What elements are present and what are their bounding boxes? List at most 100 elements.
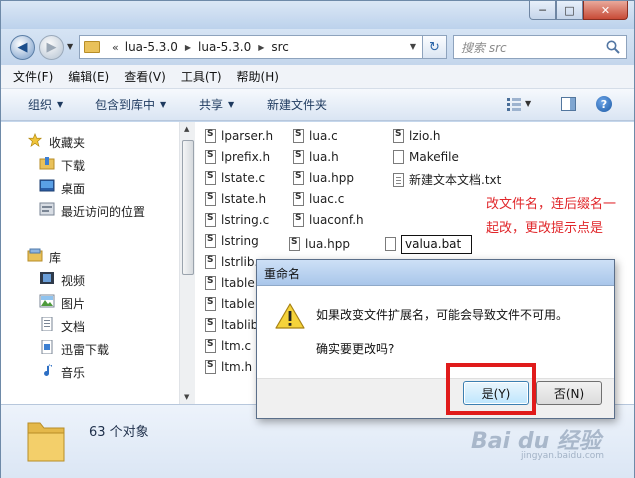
c-file-icon bbox=[205, 360, 216, 374]
folder-icon bbox=[84, 41, 100, 53]
recent-places-icon bbox=[39, 202, 55, 216]
file-item[interactable]: luaconf.h bbox=[293, 213, 364, 227]
new-folder-button[interactable]: 新建文件夹 bbox=[267, 96, 327, 113]
nav-libraries[interactable]: 库 bbox=[49, 249, 61, 266]
breadcrumb-item[interactable]: src bbox=[271, 40, 289, 54]
file-name: ltable. bbox=[221, 276, 259, 290]
nav-favorites[interactable]: 收藏夹 bbox=[49, 134, 85, 151]
nav-scrollbar[interactable]: ▲ ▼ bbox=[179, 122, 195, 404]
nav-item-music[interactable]: 音乐 bbox=[61, 364, 85, 381]
menu-edit[interactable]: 编辑(E) bbox=[68, 68, 109, 85]
new-folder-label: 新建文件夹 bbox=[267, 98, 328, 112]
nav-item-videos[interactable]: 视频 bbox=[61, 272, 85, 289]
c-file-icon bbox=[293, 129, 304, 143]
file-item[interactable]: lstrlib. bbox=[205, 255, 258, 269]
c-file-icon bbox=[289, 237, 300, 251]
file-name: luac.c bbox=[309, 192, 345, 206]
no-button[interactable]: 否(N) bbox=[536, 381, 602, 405]
maximize-button[interactable]: □ bbox=[556, 1, 583, 20]
scroll-up-icon[interactable]: ▲ bbox=[184, 125, 189, 133]
nav-item-pictures[interactable]: 图片 bbox=[61, 295, 85, 312]
title-bar[interactable]: ─ □ ✕ bbox=[1, 1, 634, 29]
c-file-icon bbox=[293, 192, 304, 206]
pictures-icon bbox=[39, 294, 55, 308]
folder-icon bbox=[27, 422, 65, 462]
view-options-icon[interactable] bbox=[507, 97, 521, 111]
text-file-icon bbox=[393, 172, 404, 187]
file-item[interactable]: luac.c bbox=[293, 192, 344, 206]
file-name: lua.c bbox=[309, 129, 338, 143]
c-file-icon bbox=[205, 318, 216, 332]
downloads-folder-icon bbox=[39, 157, 55, 170]
include-in-library-button[interactable]: 包含到库中 ▼ bbox=[95, 96, 166, 113]
organize-button[interactable]: 组织 ▼ bbox=[28, 96, 63, 113]
nav-item-thunder-downloads[interactable]: 迅雷下载 bbox=[61, 341, 109, 358]
scroll-down-icon[interactable]: ▼ bbox=[184, 393, 189, 401]
file-item[interactable]: lua.hpp bbox=[289, 237, 350, 251]
preview-pane-button[interactable] bbox=[561, 97, 576, 111]
file-item[interactable]: 新建文本文档.txt bbox=[393, 171, 501, 188]
include-label: 包含到库中 bbox=[95, 98, 156, 112]
search-input[interactable]: 搜索 src bbox=[453, 35, 627, 59]
c-file-icon bbox=[205, 213, 216, 227]
breadcrumb-separator-icon[interactable]: ▶ bbox=[258, 43, 264, 52]
file-item[interactable]: lzio.h bbox=[393, 129, 441, 143]
plain-file-icon bbox=[393, 150, 404, 164]
back-button[interactable]: ◀ bbox=[10, 35, 35, 60]
nav-item-documents[interactable]: 文档 bbox=[61, 318, 85, 335]
file-item[interactable]: lua.c bbox=[293, 129, 338, 143]
nav-item-desktop[interactable]: 桌面 bbox=[61, 180, 85, 197]
breadcrumb-overflow[interactable]: « bbox=[112, 41, 119, 54]
menu-tools[interactable]: 工具(T) bbox=[181, 68, 222, 85]
back-arrow-icon: ◀ bbox=[17, 40, 28, 55]
c-file-icon bbox=[205, 234, 216, 248]
file-item[interactable]: lua.hpp bbox=[293, 171, 354, 185]
renaming-file-icon bbox=[385, 237, 396, 251]
history-dropdown-icon[interactable]: ▼ bbox=[67, 42, 73, 51]
share-button[interactable]: 共享 ▼ bbox=[199, 96, 234, 113]
file-item[interactable]: lua.h bbox=[293, 150, 339, 164]
c-file-icon bbox=[205, 255, 216, 269]
address-dropdown-icon[interactable]: ▼ bbox=[410, 42, 416, 51]
file-name: lstate.h bbox=[221, 192, 267, 206]
file-item[interactable]: ltm.h bbox=[205, 360, 252, 374]
file-name: lstring bbox=[221, 234, 259, 248]
address-bar[interactable]: « lua-5.3.0 ▶ lua-5.3.0 ▶ src ▼ bbox=[79, 35, 423, 59]
c-file-icon bbox=[293, 171, 304, 185]
file-name: lua.hpp bbox=[305, 237, 350, 251]
c-file-icon bbox=[205, 297, 216, 311]
rename-input[interactable]: valua.bat bbox=[401, 235, 472, 254]
file-name: lstrlib. bbox=[221, 255, 259, 269]
file-item[interactable]: lstring.c bbox=[205, 213, 269, 227]
dialog-title-bar[interactable]: 重命名 bbox=[257, 260, 614, 286]
breadcrumb-item[interactable]: lua-5.3.0 bbox=[125, 40, 178, 54]
file-name: lprefix.h bbox=[221, 150, 271, 164]
file-item[interactable]: lstring bbox=[205, 234, 259, 248]
file-item[interactable]: lstate.h bbox=[205, 192, 266, 206]
menu-help[interactable]: 帮助(H) bbox=[237, 68, 279, 85]
nav-item-downloads[interactable]: 下载 bbox=[61, 157, 85, 174]
file-item[interactable]: Makefile bbox=[393, 150, 459, 164]
breadcrumb-separator-icon[interactable]: ▶ bbox=[185, 43, 191, 52]
file-item[interactable]: lparser.h bbox=[205, 129, 273, 143]
refresh-button[interactable]: ↻ bbox=[423, 35, 447, 59]
menu-view[interactable]: 查看(V) bbox=[124, 68, 166, 85]
minimize-button[interactable]: ─ bbox=[529, 1, 556, 20]
menu-file[interactable]: 文件(F) bbox=[13, 68, 53, 85]
share-label: 共享 bbox=[199, 98, 224, 112]
file-item[interactable]: ltable.l bbox=[205, 297, 262, 311]
help-button[interactable]: ? bbox=[596, 96, 612, 112]
forward-button[interactable]: ▶ bbox=[39, 35, 64, 60]
close-button[interactable]: ✕ bbox=[583, 1, 628, 20]
nav-item-recent-places[interactable]: 最近访问的位置 bbox=[61, 203, 145, 220]
file-name: lua.h bbox=[309, 150, 339, 164]
breadcrumb-item[interactable]: lua-5.3.0 bbox=[198, 40, 251, 54]
file-item[interactable]: ltable. bbox=[205, 276, 259, 290]
file-item[interactable]: ltm.c bbox=[205, 339, 251, 353]
view-dropdown-icon[interactable]: ▼ bbox=[525, 99, 531, 108]
file-item[interactable]: lprefix.h bbox=[205, 150, 270, 164]
dialog-message: 如果改变文件扩展名，可能会导致文件不可用。 bbox=[316, 308, 569, 322]
file-item[interactable]: ltablib bbox=[205, 318, 258, 332]
file-item[interactable]: lstate.c bbox=[205, 171, 265, 185]
scrollbar-thumb[interactable] bbox=[182, 140, 194, 275]
